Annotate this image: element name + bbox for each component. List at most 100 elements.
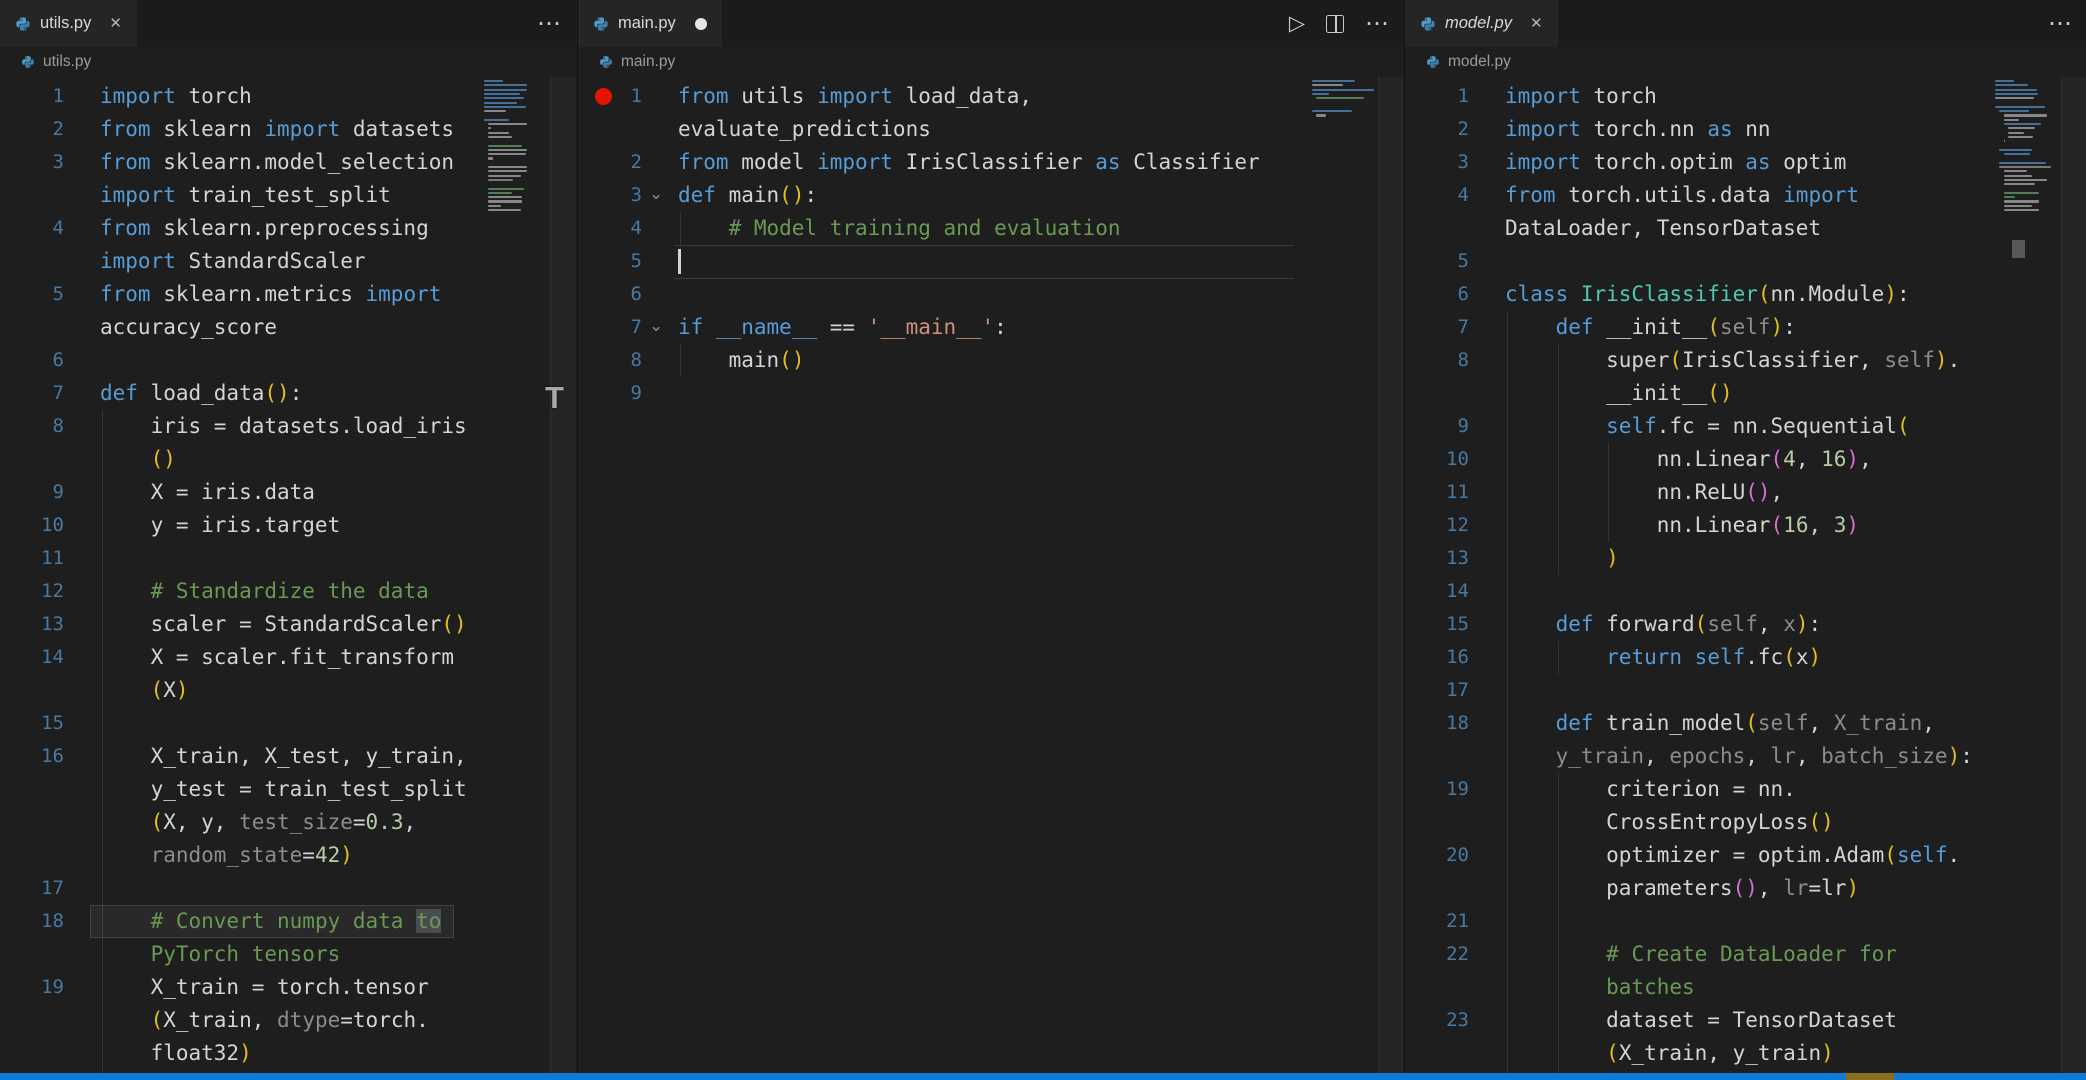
- tab-model[interactable]: model.py ✕: [1405, 0, 1558, 47]
- fold-chevron-icon[interactable]: ⌄: [649, 309, 663, 342]
- code-row[interactable]: parameters(), lr=lr): [1405, 872, 2086, 905]
- line-number[interactable]: 21: [1405, 905, 1469, 938]
- code-row[interactable]: 8 super(IrisClassifier, self).: [1405, 344, 2086, 377]
- line-number[interactable]: 19: [0, 971, 64, 1004]
- line-number[interactable]: [0, 245, 64, 278]
- code-row[interactable]: 19 X_train = torch.tensor: [0, 971, 576, 1004]
- line-number[interactable]: [1405, 377, 1469, 410]
- line-number[interactable]: [0, 806, 64, 839]
- line-number[interactable]: [1405, 212, 1469, 245]
- line-number[interactable]: 12: [1405, 509, 1469, 542]
- code-row[interactable]: accuracy_score: [0, 311, 576, 344]
- code-row[interactable]: (X_train, y_train): [1405, 1037, 2086, 1070]
- line-number[interactable]: 3: [0, 146, 64, 179]
- code-row[interactable]: y_train, epochs, lr, batch_size):: [1405, 740, 2086, 773]
- code-row[interactable]: 11 nn.ReLU(),: [1405, 476, 2086, 509]
- line-number[interactable]: 6: [578, 278, 642, 311]
- code-row[interactable]: DataLoader, TensorDataset: [1405, 212, 2086, 245]
- breadcrumb-item[interactable]: main.py: [621, 53, 675, 71]
- line-number[interactable]: 6: [1405, 278, 1469, 311]
- code-row[interactable]: 3 import torch.optim as optim: [1405, 146, 2086, 179]
- code-row[interactable]: 9 X = iris.data: [0, 476, 576, 509]
- code-row[interactable]: 12 # Standardize the data: [0, 575, 576, 608]
- code-area-main[interactable]: 1 from utils import load_data, evaluate_pr…: [578, 77, 1404, 1073]
- line-number[interactable]: 4: [1405, 179, 1469, 212]
- code-row[interactable]: 5 from sklearn.metrics import: [0, 278, 576, 311]
- line-number[interactable]: [0, 443, 64, 476]
- code-row[interactable]: 14: [1405, 575, 2086, 608]
- code-row[interactable]: 2 from model import IrisClassifier as Cla…: [578, 146, 1404, 179]
- code-row[interactable]: PyTorch tensors: [0, 938, 576, 971]
- line-number[interactable]: 6: [0, 344, 64, 377]
- line-number[interactable]: 18: [0, 905, 64, 938]
- code-row[interactable]: 15: [0, 707, 576, 740]
- line-number[interactable]: [0, 839, 64, 872]
- line-number[interactable]: 5: [578, 245, 642, 278]
- line-number[interactable]: [0, 311, 64, 344]
- line-number[interactable]: 2: [578, 146, 642, 179]
- line-number[interactable]: 9: [0, 476, 64, 509]
- line-number[interactable]: 2: [0, 113, 64, 146]
- code-row[interactable]: 10 y = iris.target: [0, 509, 576, 542]
- line-number[interactable]: 1: [0, 80, 64, 113]
- line-number[interactable]: 4: [578, 212, 642, 245]
- code-row[interactable]: 18 # Convert numpy data to: [0, 905, 576, 938]
- line-number[interactable]: [1405, 740, 1469, 773]
- code-row[interactable]: 13 ): [1405, 542, 2086, 575]
- line-number[interactable]: 7: [0, 377, 64, 410]
- code-row[interactable]: ⌄ 3 def main():: [578, 179, 1404, 212]
- more-actions-icon[interactable]: ⋯: [2048, 11, 2073, 36]
- code-row[interactable]: evaluate_predictions: [578, 113, 1404, 146]
- code-row[interactable]: (): [0, 443, 576, 476]
- line-number[interactable]: 3: [1405, 146, 1469, 179]
- code-row[interactable]: 8 main(): [578, 344, 1404, 377]
- code-row[interactable]: 22 # Create DataLoader for: [1405, 938, 2086, 971]
- line-number[interactable]: 22: [1405, 938, 1469, 971]
- line-number[interactable]: [1405, 971, 1469, 1004]
- line-number[interactable]: 14: [0, 641, 64, 674]
- fold-chevron-icon[interactable]: ⌄: [649, 177, 663, 210]
- code-row[interactable]: 10 nn.Linear(4, 16),: [1405, 443, 2086, 476]
- line-number[interactable]: 4: [0, 212, 64, 245]
- breadcrumb-utils[interactable]: utils.py: [0, 47, 576, 77]
- code-row[interactable]: (X_train, dtype=torch.: [0, 1004, 576, 1037]
- line-number[interactable]: 8: [1405, 344, 1469, 377]
- line-number[interactable]: [0, 179, 64, 212]
- line-number[interactable]: 13: [0, 608, 64, 641]
- run-python-file-icon[interactable]: ▷: [1289, 13, 1305, 34]
- code-row[interactable]: 20 optimizer = optim.Adam(self.: [1405, 839, 2086, 872]
- line-number[interactable]: [0, 674, 64, 707]
- line-number[interactable]: 10: [1405, 443, 1469, 476]
- breadcrumb-model[interactable]: model.py: [1405, 47, 2086, 77]
- code-row[interactable]: 2 import torch.nn as nn: [1405, 113, 2086, 146]
- line-number[interactable]: [0, 1037, 64, 1070]
- code-row[interactable]: 21: [1405, 905, 2086, 938]
- tab-utils[interactable]: utils.py ✕: [0, 0, 137, 47]
- code-row[interactable]: 4 # Model training and evaluation: [578, 212, 1404, 245]
- line-number[interactable]: 23: [1405, 1004, 1469, 1037]
- code-row[interactable]: 17: [1405, 674, 2086, 707]
- line-number[interactable]: 16: [1405, 641, 1469, 674]
- code-row[interactable]: 6: [0, 344, 576, 377]
- scrollbar-model[interactable]: [2061, 77, 2086, 1073]
- line-number[interactable]: 9: [1405, 410, 1469, 443]
- code-row[interactable]: y_test = train_test_split: [0, 773, 576, 806]
- code-row[interactable]: 23 dataset = TensorDataset: [1405, 1004, 2086, 1037]
- code-row[interactable]: 13 scaler = StandardScaler(): [0, 608, 576, 641]
- line-number[interactable]: [0, 938, 64, 971]
- code-row[interactable]: 18 def train_model(self, X_train,: [1405, 707, 2086, 740]
- line-number[interactable]: [578, 113, 642, 146]
- line-number[interactable]: 7: [1405, 311, 1469, 344]
- close-icon[interactable]: ✕: [1530, 16, 1543, 31]
- line-number[interactable]: 2: [1405, 113, 1469, 146]
- breadcrumb-item[interactable]: utils.py: [43, 53, 91, 71]
- breakpoint-icon[interactable]: [595, 88, 612, 105]
- line-number[interactable]: [1405, 1037, 1469, 1070]
- code-row[interactable]: 9 self.fc = nn.Sequential(: [1405, 410, 2086, 443]
- code-row[interactable]: 8 iris = datasets.load_iris: [0, 410, 576, 443]
- code-row[interactable]: 6 class IrisClassifier(nn.Module):: [1405, 278, 2086, 311]
- breadcrumb-item[interactable]: model.py: [1448, 53, 1511, 71]
- line-number[interactable]: 13: [1405, 542, 1469, 575]
- code-row[interactable]: 19 criterion = nn.: [1405, 773, 2086, 806]
- line-number[interactable]: [1405, 806, 1469, 839]
